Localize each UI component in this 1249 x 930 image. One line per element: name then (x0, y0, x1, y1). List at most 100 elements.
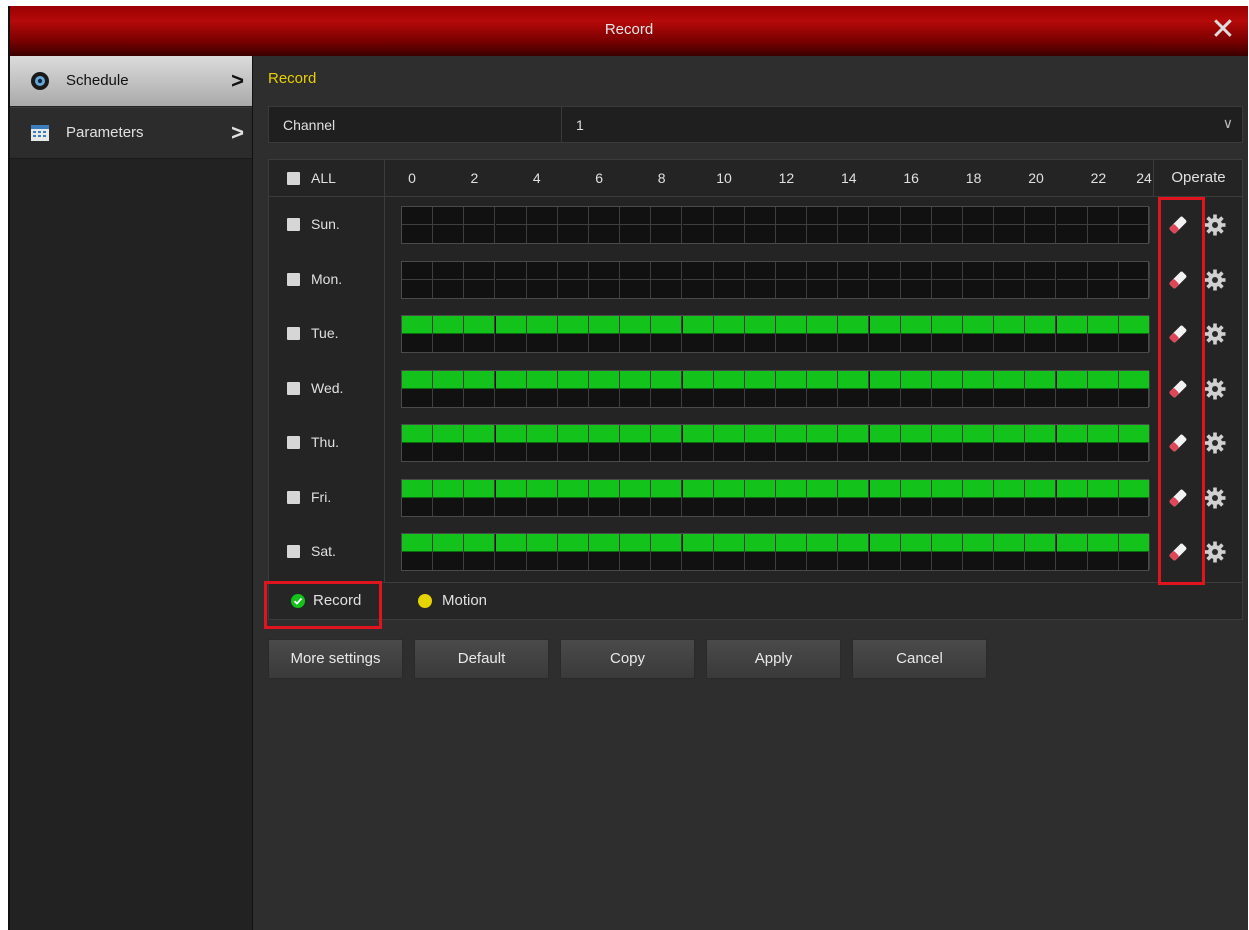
timeline-hour-cell[interactable] (589, 207, 621, 243)
timeline-hour-cell[interactable] (838, 370, 870, 407)
timeline-hour-cell[interactable] (402, 479, 434, 516)
timeline-hour-cell[interactable] (1056, 534, 1088, 570)
timeline-hour-cell[interactable] (994, 425, 1026, 461)
timeline-hour-cell[interactable] (464, 425, 496, 461)
timeline-hour-cell[interactable] (433, 479, 465, 516)
timeline-hour-cell[interactable] (557, 316, 589, 352)
timeline-hour-cell[interactable] (900, 425, 932, 461)
timeline-hour-cell[interactable] (1056, 261, 1088, 298)
timeline-hour-cell[interactable] (1118, 261, 1150, 298)
timeline-hour-cell[interactable] (1087, 207, 1119, 243)
timeline-hour-cell[interactable] (900, 479, 932, 516)
timeline-hour-cell[interactable] (433, 370, 465, 407)
timeline-hour-cell[interactable] (931, 534, 963, 570)
timeline-hour-cell[interactable] (526, 425, 558, 461)
timeline-hour-cell[interactable] (589, 370, 621, 407)
timeline-hour-cell[interactable] (807, 261, 839, 298)
timeline-hour-cell[interactable] (713, 316, 745, 352)
timeline-hour-cell[interactable] (807, 207, 839, 243)
timeline-hour-cell[interactable] (651, 207, 683, 243)
timeline-hour-cell[interactable] (682, 425, 714, 461)
close-icon[interactable]: ✕ (1208, 14, 1238, 46)
timeline-hour-cell[interactable] (713, 425, 745, 461)
timeline-hour-cell[interactable] (589, 479, 621, 516)
timeline-bar[interactable] (401, 533, 1150, 571)
timeline-hour-cell[interactable] (838, 316, 870, 352)
timeline-hour-cell[interactable] (744, 261, 776, 298)
timeline-hour-cell[interactable] (744, 534, 776, 570)
timeline-hour-cell[interactable] (931, 425, 963, 461)
day-checkbox[interactable] (287, 272, 300, 286)
eraser-icon[interactable] (1165, 430, 1191, 456)
timeline-hour-cell[interactable] (1056, 479, 1088, 516)
day-checkbox[interactable] (287, 436, 300, 449)
timeline-hour-cell[interactable] (495, 479, 527, 516)
gear-icon[interactable] (1203, 540, 1227, 564)
timeline-hour-cell[interactable] (651, 316, 683, 352)
timeline-hour-cell[interactable] (464, 534, 496, 570)
timeline-hour-cell[interactable] (1056, 316, 1088, 352)
eraser-icon[interactable] (1165, 212, 1191, 238)
more-settings-button[interactable]: More settings (268, 639, 403, 679)
timeline-hour-cell[interactable] (931, 261, 963, 298)
timeline-hour-cell[interactable] (963, 261, 995, 298)
timeline-hour-cell[interactable] (994, 316, 1026, 352)
timeline-hour-cell[interactable] (433, 261, 465, 298)
timeline-hour-cell[interactable] (807, 425, 839, 461)
timeline-hour-cell[interactable] (682, 316, 714, 352)
timeline-hour-cell[interactable] (651, 425, 683, 461)
sidebar-item-parameters[interactable]: Parameters > (10, 107, 252, 159)
legend-record[interactable]: Record (291, 592, 361, 609)
timeline-hour-cell[interactable] (963, 534, 995, 570)
gear-icon[interactable] (1203, 213, 1227, 237)
timeline-hour-cell[interactable] (620, 261, 652, 298)
day-checkbox[interactable] (287, 490, 300, 504)
timeline-hour-cell[interactable] (713, 207, 745, 243)
timeline-hour-cell[interactable] (620, 207, 652, 243)
apply-button[interactable]: Apply (706, 639, 841, 679)
timeline-hour-cell[interactable] (1025, 316, 1057, 352)
eraser-icon[interactable] (1165, 321, 1191, 347)
timeline-hour-cell[interactable] (807, 479, 839, 516)
timeline-hour-cell[interactable] (963, 479, 995, 516)
timeline-hour-cell[interactable] (900, 261, 932, 298)
day-checkbox[interactable] (287, 218, 300, 231)
timeline-hour-cell[interactable] (433, 316, 465, 352)
timeline-hour-cell[interactable] (557, 534, 589, 570)
timeline-hour-cell[interactable] (495, 316, 527, 352)
timeline-hour-cell[interactable] (620, 316, 652, 352)
timeline-hour-cell[interactable] (1056, 425, 1088, 461)
timeline-hour-cell[interactable] (620, 425, 652, 461)
timeline-hour-cell[interactable] (682, 370, 714, 407)
timeline-hour-cell[interactable] (402, 261, 434, 298)
timeline-hour-cell[interactable] (433, 425, 465, 461)
timeline-hour-cell[interactable] (931, 479, 963, 516)
default-button[interactable]: Default (414, 639, 549, 679)
timeline-hour-cell[interactable] (869, 316, 901, 352)
gear-icon[interactable] (1203, 431, 1227, 455)
timeline-hour-cell[interactable] (1118, 479, 1150, 516)
timeline-hour-cell[interactable] (931, 207, 963, 243)
timeline-hour-cell[interactable] (994, 261, 1026, 298)
timeline-hour-cell[interactable] (994, 479, 1026, 516)
timeline-hour-cell[interactable] (900, 370, 932, 407)
timeline-hour-cell[interactable] (869, 534, 901, 570)
timeline-hour-cell[interactable] (807, 534, 839, 570)
timeline-hour-cell[interactable] (620, 479, 652, 516)
timeline-hour-cell[interactable] (1118, 370, 1150, 407)
timeline-hour-cell[interactable] (651, 534, 683, 570)
timeline-hour-cell[interactable] (1025, 370, 1057, 407)
timeline-hour-cell[interactable] (1025, 534, 1057, 570)
timeline-hour-cell[interactable] (464, 261, 496, 298)
timeline-hour-cell[interactable] (1025, 261, 1057, 298)
timeline-hour-cell[interactable] (433, 207, 465, 243)
timeline-hour-cell[interactable] (1118, 425, 1150, 461)
timeline-hour-cell[interactable] (807, 370, 839, 407)
timeline-hour-cell[interactable] (526, 370, 558, 407)
timeline-hour-cell[interactable] (620, 534, 652, 570)
timeline-hour-cell[interactable] (1025, 479, 1057, 516)
timeline-hour-cell[interactable] (900, 316, 932, 352)
timeline-hour-cell[interactable] (1087, 534, 1119, 570)
timeline-bar[interactable] (401, 369, 1150, 408)
timeline-hour-cell[interactable] (526, 316, 558, 352)
